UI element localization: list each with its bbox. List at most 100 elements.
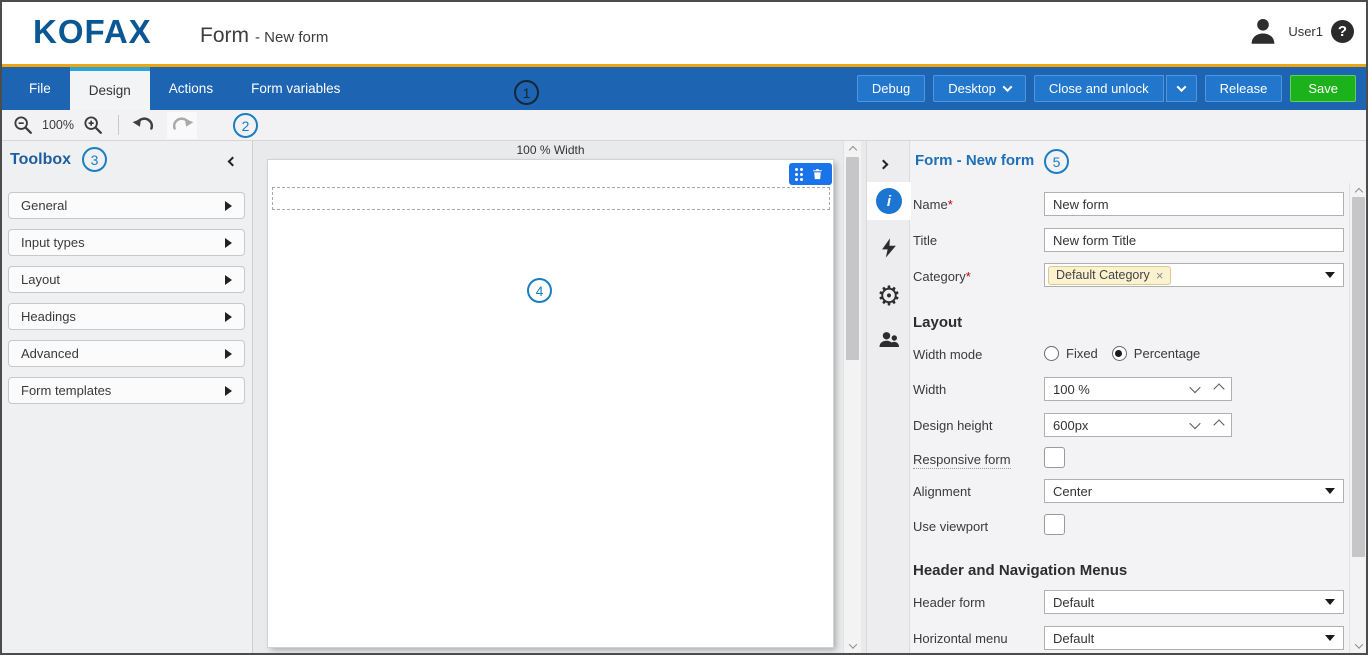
scroll-up-button[interactable]: [844, 143, 861, 157]
kofax-logo: KOFAX: [33, 13, 152, 51]
design-height-label: Design height: [913, 418, 993, 433]
radio-fixed[interactable]: [1044, 346, 1059, 361]
use-viewport-checkbox[interactable]: [1044, 514, 1065, 535]
design-canvas-area: 100 % Width: [253, 141, 866, 655]
header-form-select[interactable]: Default: [1044, 590, 1344, 614]
use-viewport-label: Use viewport: [913, 519, 988, 534]
expand-right-icon: [225, 312, 232, 322]
scroll-down-button[interactable]: [844, 639, 861, 653]
empty-row-dropzone[interactable]: [272, 187, 830, 210]
tab-actions[interactable]: Actions: [150, 67, 232, 110]
scrollbar-thumb[interactable]: [846, 157, 859, 360]
width-mode-label: Width mode: [913, 347, 982, 362]
close-unlock-split-button: Close and unlock: [1034, 75, 1197, 102]
annotation-3: 3: [82, 147, 107, 172]
design-toolbar: 100%: [0, 110, 1368, 141]
properties-panel-title: Form - New form: [915, 152, 1034, 169]
zoom-out-icon: [12, 114, 34, 136]
panel-scrollbar[interactable]: [1349, 183, 1367, 655]
radio-percentage[interactable]: [1112, 346, 1127, 361]
stepper-up-icon[interactable]: [1213, 383, 1224, 394]
stepper-down-icon[interactable]: [1189, 382, 1200, 393]
chip-remove-icon[interactable]: ×: [1156, 268, 1164, 283]
stepper-down-icon[interactable]: [1189, 418, 1200, 429]
people-icon: [876, 328, 902, 352]
user-avatar-icon[interactable]: [1246, 14, 1280, 48]
design-height-stepper[interactable]: 600px: [1044, 413, 1232, 437]
radio-fixed-label: Fixed: [1066, 346, 1098, 361]
help-button[interactable]: ?: [1331, 20, 1354, 43]
alignment-select[interactable]: Center: [1044, 479, 1344, 503]
release-button[interactable]: Release: [1205, 75, 1283, 102]
undo-button[interactable]: [129, 112, 159, 139]
page-title-sub: - New form: [255, 29, 328, 46]
panel-collapse-button[interactable]: [880, 155, 887, 173]
close-and-unlock-button[interactable]: Close and unlock: [1034, 75, 1164, 102]
chevron-down-icon: [1176, 82, 1186, 92]
tab-file[interactable]: File: [10, 67, 70, 110]
expand-right-icon: [225, 349, 232, 359]
stepper-up-icon[interactable]: [1213, 419, 1224, 430]
device-mode-dropdown[interactable]: Desktop: [933, 75, 1026, 102]
delete-cell-button[interactable]: [810, 166, 826, 182]
gear-icon: ⚙: [877, 283, 901, 310]
toolbox-item-general[interactable]: General: [8, 192, 245, 219]
tab-form-actions[interactable]: [867, 229, 911, 267]
name-input[interactable]: [1044, 192, 1344, 216]
tab-form-variables[interactable]: Form variables: [232, 67, 359, 110]
tab-form-permissions[interactable]: [867, 321, 911, 359]
responsive-form-checkbox[interactable]: [1044, 447, 1065, 468]
scroll-down-button[interactable]: [1350, 639, 1367, 653]
dropdown-caret-icon: [1325, 488, 1335, 494]
redo-icon: [169, 112, 195, 138]
drag-handle-icon[interactable]: [795, 168, 803, 181]
info-icon: i: [876, 188, 902, 214]
properties-tab-strip: i ⚙: [867, 141, 910, 655]
dropdown-caret-icon: [1325, 272, 1335, 278]
width-stepper[interactable]: 100 %: [1044, 377, 1232, 401]
toolbox-item-headings[interactable]: Headings: [8, 303, 245, 330]
toolbox-item-layout[interactable]: Layout: [8, 266, 245, 293]
user-area: User1 ?: [1246, 14, 1354, 48]
form-canvas[interactable]: [268, 160, 833, 647]
title-input[interactable]: [1044, 228, 1344, 252]
save-button[interactable]: Save: [1290, 75, 1356, 102]
help-icon: ?: [1338, 23, 1347, 40]
toolbox-item-form-templates[interactable]: Form templates: [8, 377, 245, 404]
toolbox-title: Toolbox: [10, 151, 71, 169]
expand-right-icon: [225, 238, 232, 248]
redo-button[interactable]: [167, 112, 197, 139]
alignment-label: Alignment: [913, 484, 971, 499]
tab-form-settings[interactable]: ⚙: [867, 277, 911, 315]
page-title: Form - New form: [200, 24, 328, 48]
chevron-left-icon: [227, 156, 237, 166]
page-title-main: Form: [200, 24, 249, 47]
canvas-scrollbar[interactable]: [843, 141, 861, 655]
category-combobox[interactable]: Default Category ×: [1044, 263, 1344, 287]
dropdown-caret-icon: [1325, 599, 1335, 605]
horizontal-menu-label: Horizontal menu: [913, 631, 1008, 646]
width-mode-radio-group: Fixed Percentage: [1044, 346, 1214, 361]
tab-design[interactable]: Design: [70, 67, 150, 110]
annotation-5: 5: [1044, 149, 1069, 174]
zoom-in-button[interactable]: [78, 112, 108, 139]
debug-button[interactable]: Debug: [857, 75, 925, 102]
zoom-in-icon: [82, 114, 104, 136]
zoom-level: 100%: [42, 118, 74, 132]
toolbox-collapse-button[interactable]: [224, 153, 240, 169]
scrollbar-thumb[interactable]: [1352, 197, 1365, 557]
expand-right-icon: [225, 386, 232, 396]
close-unlock-menu-button[interactable]: [1166, 75, 1197, 102]
trash-icon: [811, 167, 824, 181]
toolbox-item-advanced[interactable]: Advanced: [8, 340, 245, 367]
tab-form-info[interactable]: i: [867, 182, 911, 220]
expand-right-icon: [225, 201, 232, 211]
zoom-out-button[interactable]: [8, 112, 38, 139]
toolbar-separator: [118, 115, 119, 135]
annotation-4: 4: [527, 278, 552, 303]
toolbox-item-input-types[interactable]: Input types: [8, 229, 245, 256]
title-label: Title: [913, 233, 937, 248]
horizontal-menu-select[interactable]: Default: [1044, 626, 1344, 650]
category-chip: Default Category ×: [1048, 266, 1171, 285]
menubar-actions: Debug Desktop Close and unlock Release S…: [857, 67, 1356, 110]
